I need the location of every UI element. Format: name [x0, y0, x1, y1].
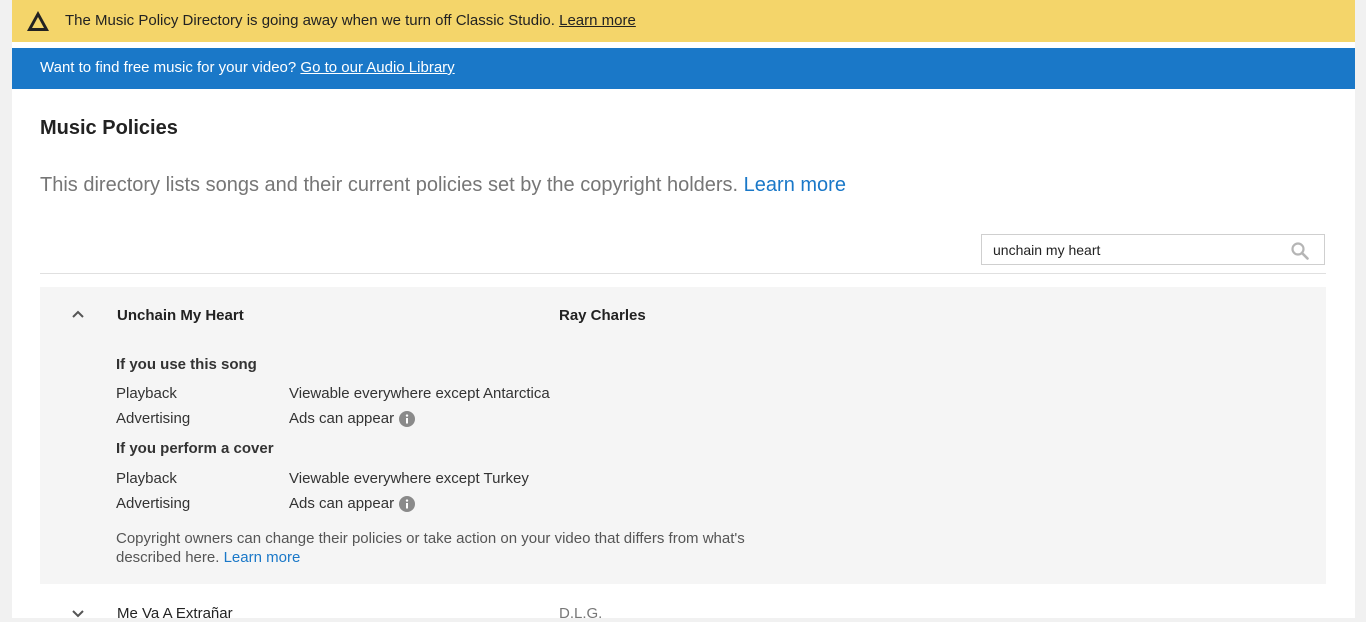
chevron-up-icon[interactable] [71, 309, 85, 319]
info-icon[interactable] [399, 410, 416, 427]
cover-playback-label: Playback [116, 470, 177, 487]
search-box [981, 234, 1325, 265]
warning-banner: The Music Policy Directory is going away… [12, 0, 1355, 42]
warning-message: The Music Policy Directory is going away… [65, 12, 636, 29]
policy-note: Copyright owners can change their polici… [116, 530, 745, 566]
song-artist: Ray Charles [559, 307, 646, 324]
divider [40, 273, 1326, 274]
info-banner: Want to find free music for your video? … [12, 48, 1355, 89]
use-advertising-value: Ads can appear [289, 410, 395, 427]
cover-heading: If you perform a cover [116, 440, 274, 457]
use-playback-value: Viewable everywhere except Antarctica [289, 385, 550, 402]
search-icon[interactable] [1290, 241, 1310, 261]
warning-triangle-icon [27, 11, 49, 31]
cover-advertising-row: Ads can appear [289, 495, 416, 512]
search-input[interactable] [993, 240, 1283, 260]
page-title: Music Policies [40, 117, 178, 139]
note-learn-more-link[interactable]: Learn more [224, 549, 301, 566]
cover-playback-value: Viewable everywhere except Turkey [289, 470, 529, 487]
song-row-expanded: Unchain My Heart Ray Charles If you use … [40, 287, 1326, 584]
info-icon[interactable] [399, 495, 416, 512]
use-advertising-row: Ads can appear [289, 410, 416, 427]
song-title[interactable]: Me Va A Extrañar [117, 605, 233, 622]
cover-advertising-value: Ads can appear [289, 495, 395, 512]
use-playback-label: Playback [116, 385, 177, 402]
page-description: This directory lists songs and their cur… [40, 174, 846, 196]
use-song-heading: If you use this song [116, 356, 257, 373]
song-artist: D.L.G. [559, 605, 603, 622]
audio-library-link[interactable]: Go to our Audio Library [300, 59, 454, 76]
cover-advertising-label: Advertising [116, 495, 191, 512]
info-message: Want to find free music for your video? … [40, 59, 455, 76]
description-learn-more-link[interactable]: Learn more [744, 174, 846, 196]
warning-learn-more-link[interactable]: Learn more [559, 12, 636, 29]
use-advertising-label: Advertising [116, 410, 191, 427]
song-title[interactable]: Unchain My Heart [117, 307, 244, 324]
